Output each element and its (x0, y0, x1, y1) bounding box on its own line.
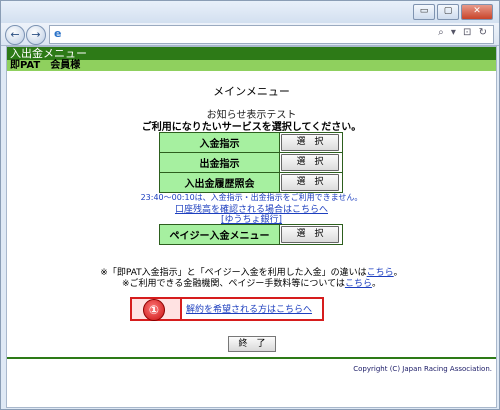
page-header-title: 入出金メニュー (7, 47, 496, 60)
cancellation-callout: ① 解約を希望される方はこちらへ (130, 297, 324, 321)
menu-label: 入出金履歴照会 (159, 172, 280, 193)
page-content: 入出金メニュー 即PAT 会員様 メインメニュー お知らせ表示テスト ご利用にな… (6, 46, 497, 408)
select-payeasy-button[interactable]: 選 択 (281, 226, 339, 243)
address-bar[interactable]: e ⌕ ▾ ⊡ ↻ (49, 25, 494, 44)
end-button[interactable]: 終 了 (228, 336, 276, 352)
cancellation-link[interactable]: 解約を希望される方はこちらへ (186, 302, 312, 315)
service-menu-table: 入金指示 選 択 出金指示 選 択 入出金履歴照会 選 択 (159, 132, 343, 193)
menu-label: ペイジー入金メニュー (159, 224, 280, 245)
footer-divider (7, 357, 496, 359)
maximize-button[interactable]: ▢ (437, 4, 459, 20)
payeasy-menu-table: ペイジー入金メニュー 選 択 (159, 224, 343, 245)
menu-row-history: 入出金履歴照会 選 択 (159, 172, 343, 193)
select-history-button[interactable]: 選 択 (281, 174, 339, 191)
address-toolbar: ← → e ⌕ ▾ ⊡ ↻ (1, 23, 499, 46)
menu-row-withdraw: 出金指示 選 択 (159, 152, 343, 173)
minimize-button[interactable]: ▭ (413, 4, 435, 20)
menu-label: 入金指示 (159, 132, 280, 153)
number-one-icon: ① (143, 299, 165, 321)
copyright: Copyright (C) Japan Racing Association. (353, 365, 492, 373)
page-title: メインメニュー (213, 85, 290, 98)
title-bar: ▭ ▢ ✕ (1, 1, 499, 23)
menu-label: 出金指示 (159, 152, 280, 173)
forward-button[interactable]: → (26, 25, 46, 45)
select-deposit-button[interactable]: 選 択 (281, 134, 339, 151)
window-controls: ▭ ▢ ✕ (413, 4, 493, 20)
prompt-text: ご利用になりたいサービスを選択してください。 (141, 122, 362, 133)
close-button[interactable]: ✕ (461, 4, 493, 20)
menu-row-payeasy: ペイジー入金メニュー 選 択 (159, 224, 343, 245)
ie-logo-icon: e (54, 27, 62, 40)
address-tools-icon[interactable]: ⌕ ▾ ⊡ ↻ (438, 27, 489, 38)
menu-row-deposit: 入金指示 選 択 (159, 132, 343, 153)
info-line-2: ※ご利用できる金融機関、ペイジー手数料等についてはこちら。 (122, 279, 381, 289)
back-button[interactable]: ← (5, 25, 25, 45)
fees-link[interactable]: こちら (345, 279, 372, 289)
page-header-user: 即PAT 会員様 (7, 60, 496, 71)
browser-window: ▭ ▢ ✕ ← → e ⌕ ▾ ⊡ ↻ 入出金メニュー 即PAT 会員様 メイン… (0, 0, 500, 410)
select-withdraw-button[interactable]: 選 択 (281, 154, 339, 171)
step-badge: ① (130, 297, 182, 321)
